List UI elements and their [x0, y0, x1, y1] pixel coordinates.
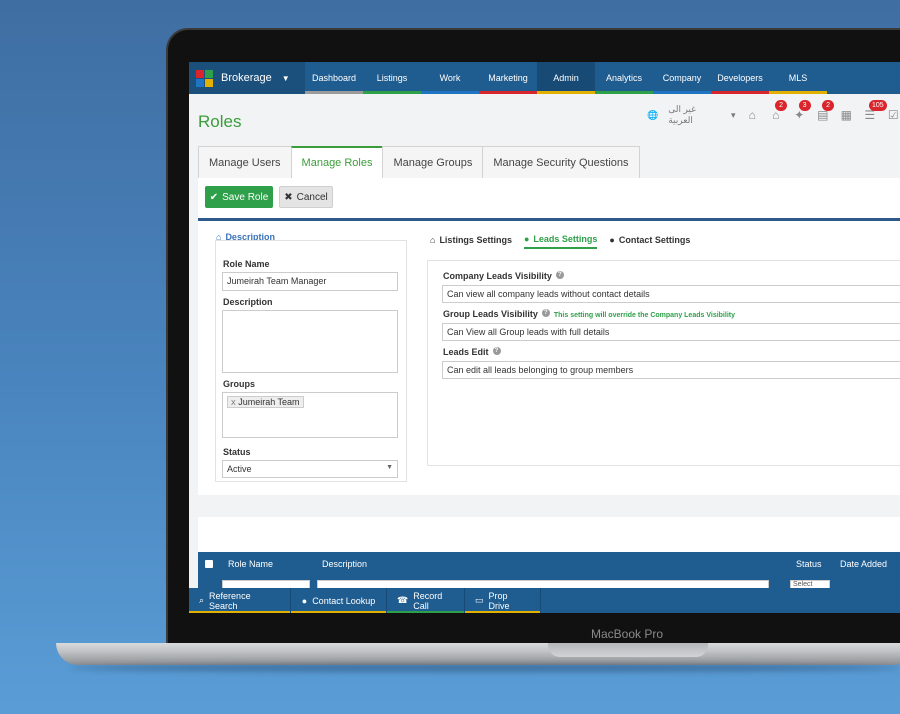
tab-manage-security-questions[interactable]: Manage Security Questions	[482, 146, 640, 178]
role-name-label: Role Name	[223, 259, 270, 269]
close-icon: ✖	[284, 191, 293, 203]
tab-listings-settings[interactable]: ⌂ Listings Settings	[430, 234, 512, 249]
drive-icon: ▭	[475, 595, 484, 605]
globe-icon: 🌐	[647, 109, 659, 120]
roles-table-header: Role Name Description Status Date Added	[198, 552, 900, 576]
alerts-icon[interactable]: ✦ 3	[793, 100, 811, 122]
company-leads-select[interactable]: Can view all company leads without conta…	[442, 285, 900, 303]
groups-multiselect[interactable]: X Jumeirah Team	[222, 392, 398, 438]
group-tag[interactable]: X Jumeirah Team	[227, 396, 304, 408]
user-icon: ●	[523, 234, 530, 244]
home-icon[interactable]: ⌂	[746, 108, 760, 122]
settings-tabs: ⌂ Listings Settings ● Leads Settings ● Cont…	[430, 234, 690, 249]
col-role-name[interactable]: Role Name	[228, 559, 273, 569]
help-icon[interactable]: ?	[555, 271, 564, 279]
col-description[interactable]: Description	[322, 559, 367, 569]
group-leads-label: Group Leads Visibility? This setting will…	[443, 309, 735, 319]
leads-edit-select[interactable]: Can edit all leads belonging to group me…	[442, 361, 900, 379]
user-icon: ●	[609, 235, 615, 245]
save-role-button[interactable]: ✔ Save Role	[205, 186, 273, 208]
language-switcher[interactable]: غير الى العربية	[668, 104, 721, 126]
laptop-shadow	[70, 664, 900, 672]
top-nav: Brokerage ▼ Dashboard Listings Work Mark…	[189, 62, 900, 94]
reference-search-button[interactable]: ⌕ Reference Search	[189, 588, 291, 613]
nav-listings[interactable]: Listings	[363, 62, 421, 94]
calendar-icon[interactable]: ▦	[840, 108, 854, 122]
role-editor-panel: ✔ Save Role ✖ Cancel ⌂ Description Role …	[198, 178, 900, 495]
status-select[interactable]: Active ▼	[222, 460, 398, 478]
nav-dashboard[interactable]: Dashboard	[305, 62, 363, 94]
chevron-down-icon: ▼	[281, 73, 290, 83]
prop-drive-button[interactable]: ▭ Prop Drive	[465, 588, 541, 613]
nav-developers[interactable]: Developers	[711, 62, 769, 94]
app-logo-icon	[196, 69, 213, 87]
header-tools: 🌐 غير الى العربية ▾ ⌂ ⌂ 2 ✦ 3 ▤ 2 ▦ ☰ 105 ☑	[647, 100, 900, 126]
nav-marketing[interactable]: Marketing	[479, 62, 537, 94]
tasks-list-icon[interactable]: ☰ 105	[863, 100, 887, 122]
company-leads-label: Company Leads Visibility?	[443, 271, 564, 281]
nav-company[interactable]: Company	[653, 62, 711, 94]
notifications-badge: 2	[775, 100, 788, 111]
document-icon[interactable]: ▤ 2	[816, 100, 835, 122]
description-label: Description	[223, 297, 273, 307]
role-name-input[interactable]: Jumeirah Team Manager	[222, 272, 398, 291]
user-icon: ●	[301, 595, 308, 606]
checkbox-icon[interactable]: ☑	[887, 108, 900, 122]
record-call-button[interactable]: ☎ Record Call	[387, 588, 465, 613]
nav-admin[interactable]: Admin	[537, 62, 595, 94]
remove-tag-icon[interactable]: X	[231, 400, 236, 407]
cancel-button[interactable]: ✖ Cancel	[279, 186, 333, 208]
nav-mls[interactable]: MLS	[769, 62, 827, 94]
col-date-added[interactable]: Date Added	[840, 559, 887, 569]
nav-analytics[interactable]: Analytics	[595, 62, 653, 94]
search-icon: ⌕	[199, 595, 205, 605]
admin-tabs: Manage Users Manage Roles Manage Groups …	[198, 146, 640, 178]
override-note: This setting will override the Company L…	[553, 312, 735, 319]
tab-contact-settings[interactable]: ● Contact Settings	[609, 234, 690, 249]
chevron-down-icon: ▾	[730, 109, 736, 120]
select-all-checkbox[interactable]	[205, 560, 213, 568]
app-screen: Brokerage ▼ Dashboard Listings Work Mark…	[189, 62, 900, 613]
tab-manage-groups[interactable]: Manage Groups	[382, 146, 484, 178]
tab-manage-roles[interactable]: Manage Roles	[290, 146, 384, 178]
nav-work[interactable]: Work	[421, 62, 479, 94]
help-icon[interactable]: ?	[541, 309, 550, 317]
laptop-base	[56, 643, 900, 665]
help-icon[interactable]: ?	[492, 347, 501, 355]
brand-label: Brokerage	[221, 72, 272, 84]
section-divider	[198, 218, 900, 221]
laptop-notch	[548, 643, 708, 657]
home-icon: ⌂	[430, 235, 436, 245]
status-label: Status	[223, 447, 251, 457]
device-label: MacBook Pro	[591, 627, 664, 641]
brand-switcher[interactable]: Brokerage ▼	[189, 62, 305, 94]
documents-badge: 2	[822, 100, 835, 111]
check-icon: ✔	[209, 191, 219, 203]
description-textarea[interactable]	[222, 310, 398, 373]
page-title: Roles	[198, 112, 242, 131]
tab-manage-users[interactable]: Manage Users	[198, 146, 292, 178]
contact-lookup-button[interactable]: ● Contact Lookup	[291, 588, 387, 613]
group-leads-select[interactable]: Can View all Group leads with full detai…	[442, 323, 900, 341]
phone-icon: ☎	[397, 595, 409, 605]
alerts-badge: 3	[798, 100, 811, 111]
col-status[interactable]: Status	[796, 559, 822, 569]
groups-label: Groups	[223, 379, 256, 389]
leads-edit-label: Leads Edit?	[443, 347, 501, 357]
notifications-icon[interactable]: ⌂ 2	[769, 100, 788, 122]
chevron-down-icon: ▼	[386, 464, 393, 471]
tasks-badge: 105	[869, 100, 887, 111]
tab-leads-settings[interactable]: ● Leads Settings	[523, 234, 598, 249]
filter-row: Select	[198, 576, 900, 590]
bottom-toolbar: ⌕ Reference Search ● Contact Lookup ☎ Recor…	[189, 588, 900, 613]
